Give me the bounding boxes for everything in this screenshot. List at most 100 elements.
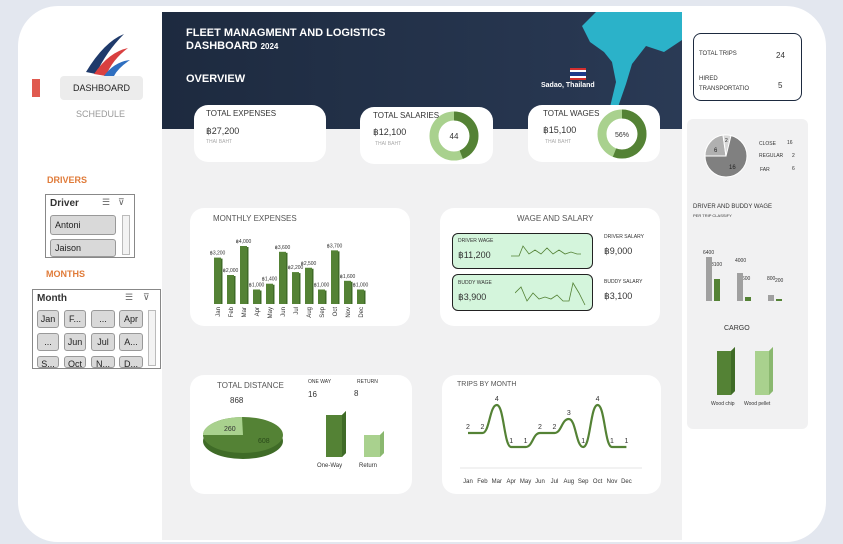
month-slicer-title: Month <box>37 293 67 304</box>
slicer-item-month[interactable]: ... <box>91 310 115 328</box>
dashboard-subtitle-text: DASHBOARD <box>186 40 258 52</box>
expense-bar-side <box>221 258 223 304</box>
slicer-item-month[interactable]: N... <box>91 356 115 368</box>
buddy-salary-label: BUDDY SALARY <box>604 279 643 285</box>
clear-filter-icon[interactable]: ⊽ <box>143 292 150 303</box>
bar-value-label: 3100 <box>711 262 722 268</box>
multi-select-icon[interactable]: ☰ <box>102 197 110 208</box>
slicer-scrollbar[interactable] <box>122 215 130 255</box>
drivers-heading: DRIVERS <box>47 175 88 185</box>
kpi-unit: THAI BAHT <box>206 139 233 145</box>
trip-summary-box: TOTAL TRIPS 24 HIRED TRANSPORTATIO 5 <box>693 33 802 101</box>
months-heading: MONTHS <box>46 269 85 279</box>
pie-label: 2 <box>725 138 728 144</box>
driver-wage-box: DRIVER WAGE ฿11,200 <box>452 233 593 269</box>
wages-donut: 56% <box>597 109 647 159</box>
bar-value-label: 4000 <box>735 258 746 264</box>
month-tick-label: Mar <box>242 307 248 317</box>
month-tick-label: Apr <box>255 307 261 316</box>
cargo-label: Wood pellet <box>744 401 771 407</box>
month-tick-label: Aug <box>563 479 574 485</box>
month-tick-label: Oct <box>333 307 339 317</box>
slicer-scrollbar[interactable] <box>148 310 156 366</box>
kpi-unit: THAI BAHT <box>375 141 402 147</box>
dashboard-button[interactable]: DASHBOARD <box>60 76 143 100</box>
month-tick-label: Jul <box>294 307 300 315</box>
expense-bar-side <box>325 290 327 304</box>
dashboard-year: 2024 <box>260 42 279 51</box>
slicer-item-driver[interactable]: Antoni <box>50 215 116 235</box>
point-value-label: 3 <box>567 410 571 417</box>
classify-label: FAR <box>760 167 770 173</box>
slicer-item-month[interactable]: A... <box>119 333 143 351</box>
driver-salary-value: ฿9,000 <box>604 246 633 256</box>
bar-value-label: ฿4,000 <box>236 239 252 245</box>
slicer-item-driver[interactable]: Jaison <box>50 239 116 257</box>
expense-bar <box>318 289 325 304</box>
month-tick-label: Feb <box>229 306 235 317</box>
buddy-salary-value: ฿3,100 <box>604 291 633 301</box>
bar-value-label: 600 <box>742 276 751 282</box>
bar-value-label: ฿1,600 <box>340 274 356 280</box>
slicer-item-month[interactable]: S... <box>37 356 59 368</box>
card-title: WAGE AND SALARY <box>517 214 594 223</box>
slicer-item-month[interactable]: Jun <box>64 333 86 351</box>
point-value-label: 2 <box>466 424 470 431</box>
expense-bar-side <box>234 276 236 304</box>
expense-bar <box>357 289 364 304</box>
slicer-item-month[interactable]: ... <box>37 333 59 351</box>
month-tick-label: Sep <box>320 306 326 317</box>
wage-bar <box>768 295 774 301</box>
point-value-label: 2 <box>480 424 484 431</box>
point-value-label: 4 <box>596 396 600 403</box>
point-value-label: 1 <box>624 438 628 445</box>
overview-heading: OVERVIEW <box>186 73 246 85</box>
trips-by-month-card: TRIPS BY MONTH 2 Jan 2 Feb 4 Mar 1 Apr 1 May 2 Jun 2… <box>442 375 661 494</box>
slicer-item-month[interactable]: F... <box>64 310 86 328</box>
month-tick-label: Apr <box>507 479 516 485</box>
month-tick-label: Nov <box>607 479 618 485</box>
slicer-item-month[interactable]: Jul <box>91 333 115 351</box>
kpi-unit: THAI BAHT <box>545 139 572 145</box>
distance-pie: 260 608 <box>203 417 283 459</box>
driver-salary-label: DRIVER SALARY <box>604 234 644 240</box>
expense-bar <box>331 250 338 304</box>
multi-select-icon[interactable]: ☰ <box>125 292 133 303</box>
month-tick-label: Dec <box>621 479 632 485</box>
bar-value-label: ฿3,200 <box>210 251 226 257</box>
bar-value-label: ฿2,500 <box>301 261 317 267</box>
schedule-button[interactable]: SCHEDULE <box>76 109 125 119</box>
oneway-value: 16 <box>308 390 317 399</box>
left-sidebar: DASHBOARD SCHEDULE DRIVERS Driver ☰ ⊽ An… <box>32 12 161 538</box>
cargo-title: CARGO <box>724 325 750 332</box>
driver-wage-value: ฿11,200 <box>458 250 491 260</box>
distance-bars <box>326 411 384 457</box>
point-value-label: 4 <box>495 396 499 403</box>
expense-bar <box>240 246 247 304</box>
slicer-item-month[interactable]: D... <box>119 356 143 368</box>
clear-filter-icon[interactable]: ⊽ <box>118 197 125 208</box>
dashboard-subtitle: DASHBOARD 2024 <box>186 40 278 52</box>
kpi-value: ฿12,100 <box>373 127 407 137</box>
expense-bar <box>305 267 312 304</box>
slicer-item-month[interactable]: Jan <box>37 310 59 328</box>
bar-value-label: ฿1,000 <box>249 283 265 289</box>
month-tick-label: Jun <box>281 307 287 317</box>
slicer-item-month[interactable]: Oct <box>64 356 86 368</box>
expense-bar-side <box>247 247 249 304</box>
active-indicator <box>32 79 40 97</box>
wage-bar <box>714 279 720 301</box>
driver-slicer: Driver ☰ ⊽ Antoni Jaison <box>45 194 135 258</box>
point-value-label: 1 <box>524 438 528 445</box>
expense-bar <box>227 275 234 304</box>
expense-bar <box>279 251 286 304</box>
kpi-label: TOTAL WAGES <box>543 109 600 118</box>
bar-value-label: ฿2,000 <box>223 268 239 274</box>
month-tick-label: Aug <box>307 307 313 318</box>
expense-bar <box>214 257 221 304</box>
bar-label: One-Way <box>317 463 343 469</box>
bar-value-label: ฿1,000 <box>353 283 369 289</box>
expense-bar <box>266 283 273 304</box>
slicer-item-month[interactable]: Apr <box>119 310 143 328</box>
month-tick-label: May <box>268 307 274 318</box>
